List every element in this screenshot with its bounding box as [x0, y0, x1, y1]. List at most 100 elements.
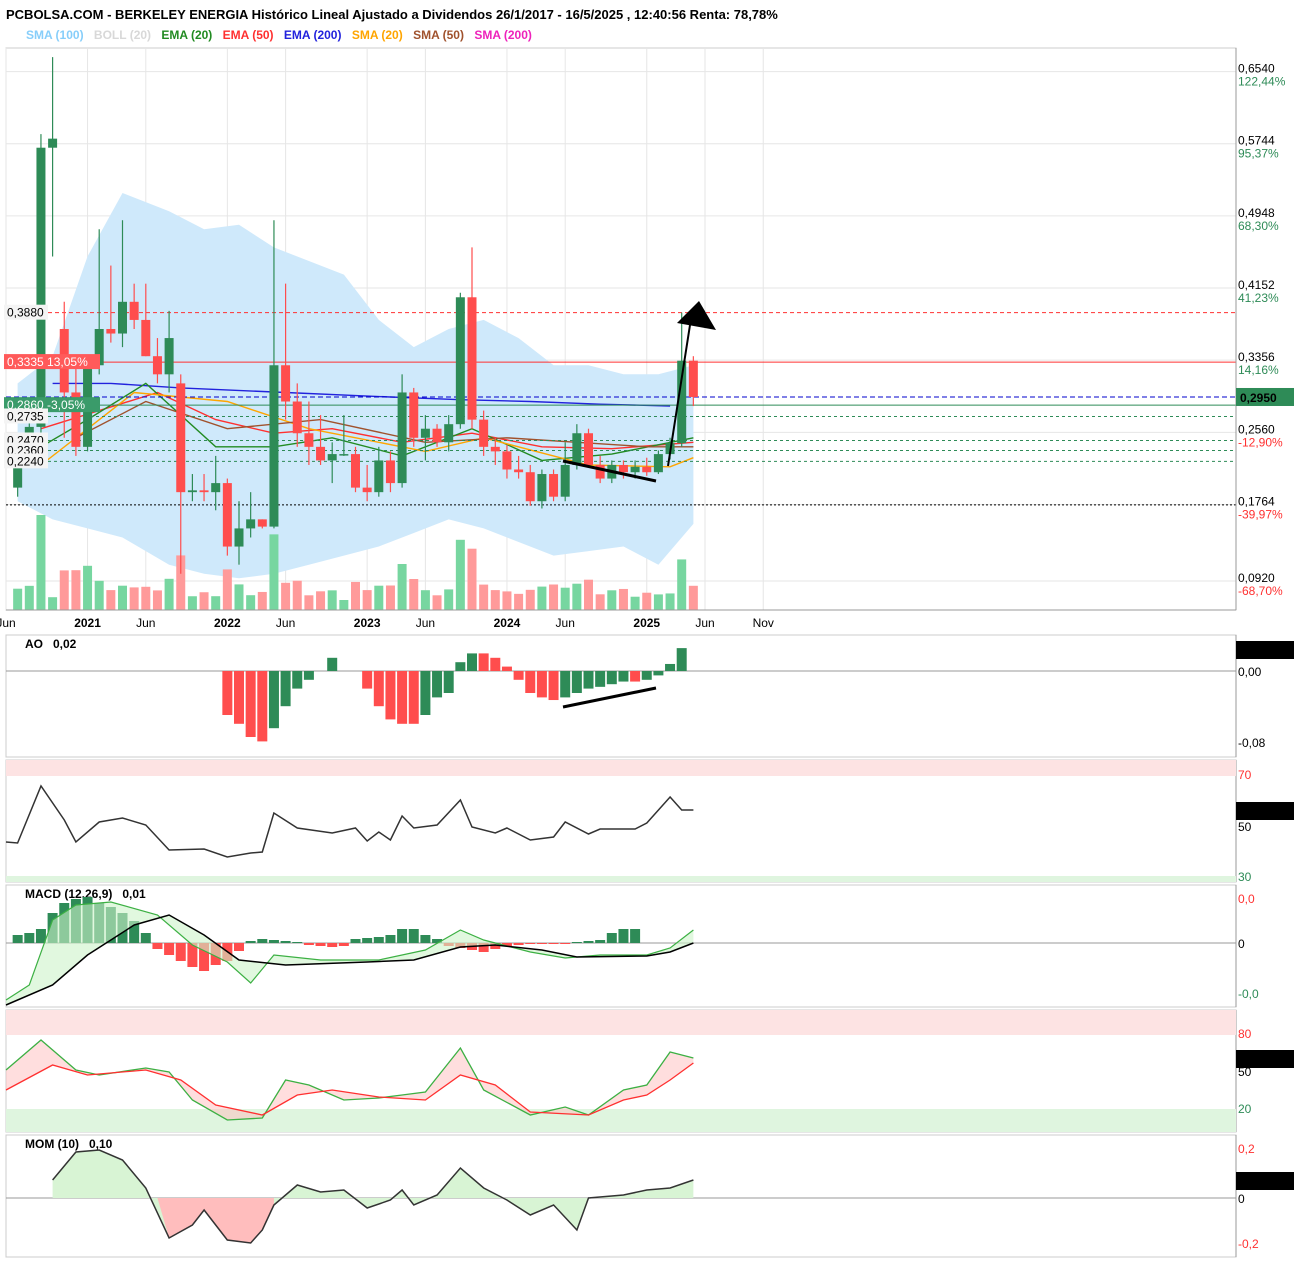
macd-bar [234, 943, 244, 951]
macd-bar [350, 939, 361, 943]
volume-bar [339, 600, 349, 610]
ao-bar [618, 671, 629, 682]
mom-name: MOM (10) [25, 1137, 79, 1151]
legend-boll20: BOLL (20) [94, 28, 151, 42]
ao-tag: 0,026 [1240, 644, 1270, 658]
price-panel: 0,38800,3335 13,05%0,2860 -3,05%0,27350,… [4, 47, 1294, 611]
candle-body [152, 356, 162, 375]
volume-bar [36, 515, 46, 610]
candle-body [327, 454, 337, 461]
ao-bar [525, 671, 536, 693]
level-label: 0,3335 13,05% [7, 355, 88, 369]
volume-bar [83, 565, 93, 610]
candle-body [630, 466, 640, 473]
candle-body [467, 297, 477, 420]
volume-bar [607, 590, 617, 610]
volume-bar [572, 583, 582, 610]
volume-bar [164, 578, 174, 610]
macd-bar [338, 943, 349, 946]
macd-bar [373, 937, 384, 943]
bollinger-band [17, 193, 694, 579]
time-label: 2022 [214, 616, 241, 630]
candle-body [199, 490, 209, 493]
ao-bar [280, 671, 291, 707]
volume-bar [234, 584, 244, 610]
time-label: 2025 [633, 616, 660, 630]
time-label: Jun [0, 616, 16, 630]
macd-bar [35, 929, 46, 943]
macd-bar [525, 943, 536, 944]
ao-bar [501, 666, 512, 671]
time-label: 2023 [354, 616, 381, 630]
ao-bar [397, 671, 408, 724]
rsi-oversold-zone [6, 876, 1236, 882]
rsi-tick-70: 70 [1238, 768, 1252, 782]
volume-bar [129, 587, 139, 610]
ao-bar [443, 671, 454, 693]
macd-bar [140, 933, 151, 943]
mom-tag: 0,106 [1240, 1175, 1270, 1189]
volume-bar [362, 590, 372, 610]
volume-bar [246, 595, 256, 610]
rsi-tick-30: 30 [1238, 870, 1252, 884]
macd-bar [327, 943, 338, 947]
candle-body [187, 490, 197, 493]
ao-bar [630, 671, 641, 682]
candle-body [560, 464, 570, 497]
macd-panel: MACD (12,26,9) 0,01 0,0 0 -0,0 [5, 884, 1259, 1008]
macd-tick-bottom: -0,0 [1238, 987, 1259, 1001]
rsi-tag: 56,282 [1240, 805, 1277, 819]
sto-tick-80: 80 [1238, 1027, 1252, 1041]
ao-bar [327, 657, 338, 671]
macd-bar [548, 943, 559, 944]
candle-body [281, 365, 291, 402]
ao-tick: 0,00 [1238, 665, 1262, 679]
candle-body [316, 446, 326, 461]
macd-bar [560, 943, 571, 944]
volume-bar [292, 580, 302, 610]
time-label: Jun [136, 616, 155, 630]
ao-bar [595, 671, 606, 687]
price-tick: 0,6540 [1238, 62, 1275, 76]
ao-panel: AO 0,02 0,00 -0,08 0,026 [5, 634, 1294, 758]
time-label: Jun [276, 616, 295, 630]
volume-bar [665, 593, 675, 610]
volume-bar [327, 590, 337, 610]
candle-body [351, 454, 360, 488]
candle-body [490, 446, 500, 452]
volume-bar [642, 592, 652, 610]
macd-bar [175, 943, 186, 961]
candle-body [618, 464, 628, 473]
price-tick-pct: 122,44% [1238, 75, 1286, 89]
volume-bar [24, 585, 34, 610]
rsi-panel: RSI (14)56,2870503056,282 [5, 759, 1294, 884]
price-tick-pct: 14,16% [1238, 363, 1279, 377]
time-label: Nov [753, 616, 774, 630]
price-tick: 0,4948 [1238, 206, 1275, 220]
level-label: 0,2240 [7, 454, 44, 468]
candle-body [246, 519, 256, 529]
stock-chart: PCBOLSA.COM - BERKELEY ENERGIA Histórico… [0, 0, 1301, 1258]
ao-bar [362, 671, 373, 689]
level-label: 0,3880 [7, 306, 44, 320]
mom-label: MOM (10) 0,10 [25, 1137, 113, 1151]
candle-body [222, 483, 232, 547]
macd-bar [303, 943, 314, 945]
volume-bar [677, 559, 687, 610]
legend-sma20: SMA (20) [352, 28, 403, 42]
time-label: Jun [416, 616, 435, 630]
price-axis: 0,6540122,44% 0,574495,37% 0,494868,30% 0,4… [1235, 48, 1294, 610]
macd-bar [280, 941, 291, 943]
legend-sma100: SMA (100) [26, 28, 84, 42]
candle-body [653, 454, 663, 473]
macd-bar [513, 943, 524, 945]
volume-bar [514, 593, 524, 610]
volume-bar [269, 534, 279, 610]
macd-value: 0,01 [122, 887, 146, 901]
ao-bar [234, 671, 244, 724]
legend-ema200: EMA (200) [284, 28, 342, 42]
ao-value: 0,02 [53, 637, 77, 651]
ao-bar [606, 671, 617, 685]
mom-panel: MOM (10) 0,10 0,2 0 -0,2 0,106 [5, 1134, 1294, 1258]
price-tick: 0,0920 [1238, 571, 1275, 585]
